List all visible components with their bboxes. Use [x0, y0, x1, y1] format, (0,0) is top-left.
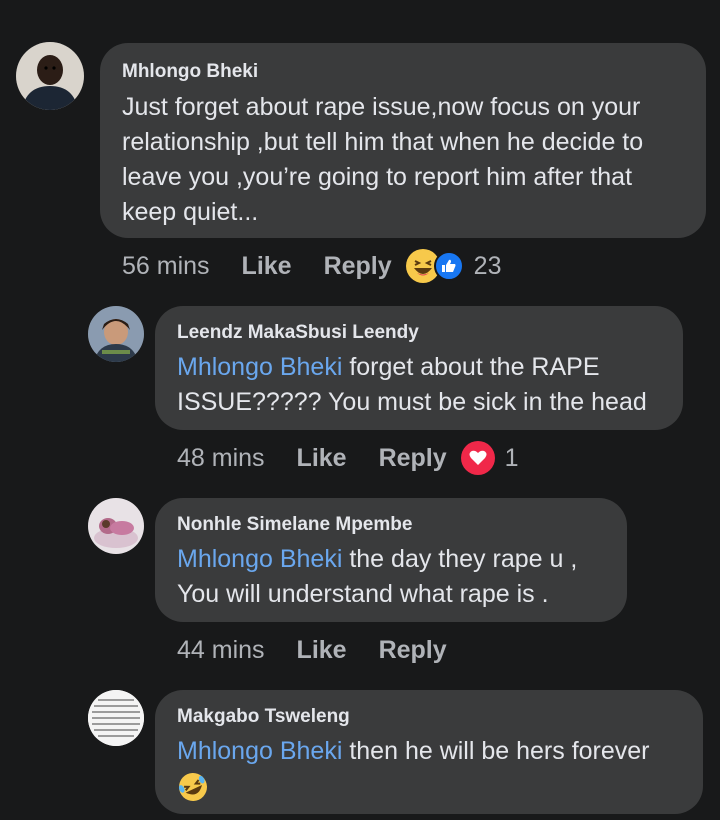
- comment-text: Just forget about rape issue,now focus o…: [122, 90, 682, 230]
- reply-button[interactable]: Reply: [379, 636, 447, 665]
- reaction-count: 23: [473, 251, 502, 280]
- reactions-summary[interactable]: 23: [405, 249, 502, 283]
- comment-timestamp[interactable]: 56 mins: [122, 252, 210, 281]
- comment-text: Mhlongo Bheki the day they rape u , You …: [177, 542, 605, 612]
- mention-link[interactable]: Mhlongo Bheki: [177, 545, 342, 573]
- mention-link[interactable]: Mhlongo Bheki: [177, 737, 342, 765]
- comment-bubble[interactable]: Makgabo Tsweleng Mhlongo Bheki then he w…: [155, 690, 703, 814]
- comment-timestamp[interactable]: 48 mins: [177, 444, 265, 473]
- comment-bubble[interactable]: Mhlongo Bheki Just forget about rape iss…: [100, 43, 706, 238]
- avatar[interactable]: [88, 306, 144, 362]
- like-button[interactable]: Like: [242, 252, 292, 281]
- comment-author[interactable]: Makgabo Tsweleng: [177, 706, 681, 728]
- comment-body: then he will be hers forever: [342, 737, 650, 765]
- like-icon: [433, 251, 464, 281]
- avatar[interactable]: [88, 498, 144, 554]
- comment-actions: 56 mins Like Reply 23: [122, 246, 501, 286]
- comment-author[interactable]: Leendz MakaSbusi Leendy: [177, 322, 661, 344]
- comment-body: Just forget about rape issue,now focus o…: [122, 93, 644, 226]
- comment-actions: 48 mins Like Reply 1: [177, 438, 519, 478]
- comment-text: Mhlongo Bheki then he will be hers forev…: [177, 734, 681, 769]
- love-icon: [460, 441, 495, 475]
- comment-bubble[interactable]: Leendz MakaSbusi Leendy Mhlongo Bheki fo…: [155, 306, 683, 430]
- like-button[interactable]: Like: [297, 444, 347, 473]
- rolling-laughing-emoji: [177, 771, 209, 803]
- reactions-summary[interactable]: 1: [460, 441, 519, 475]
- reply-button[interactable]: Reply: [324, 252, 392, 281]
- comment-actions: 44 mins Like Reply: [177, 630, 479, 670]
- avatar[interactable]: [16, 42, 84, 110]
- like-button[interactable]: Like: [297, 636, 347, 665]
- comment-thread: Mhlongo Bheki Just forget about rape iss…: [0, 0, 720, 820]
- comment-author[interactable]: Mhlongo Bheki: [122, 61, 682, 83]
- comment-author[interactable]: Nonhle Simelane Mpembe: [177, 514, 605, 536]
- comment-timestamp[interactable]: 44 mins: [177, 636, 265, 665]
- comment-bubble[interactable]: Nonhle Simelane Mpembe Mhlongo Bheki the…: [155, 498, 627, 622]
- avatar[interactable]: [88, 690, 144, 746]
- reply-button[interactable]: Reply: [379, 444, 447, 473]
- mention-link[interactable]: Mhlongo Bheki: [177, 353, 342, 381]
- reaction-count: 1: [504, 443, 519, 472]
- comment-text: Mhlongo Bheki forget about the RAPE ISSU…: [177, 350, 661, 420]
